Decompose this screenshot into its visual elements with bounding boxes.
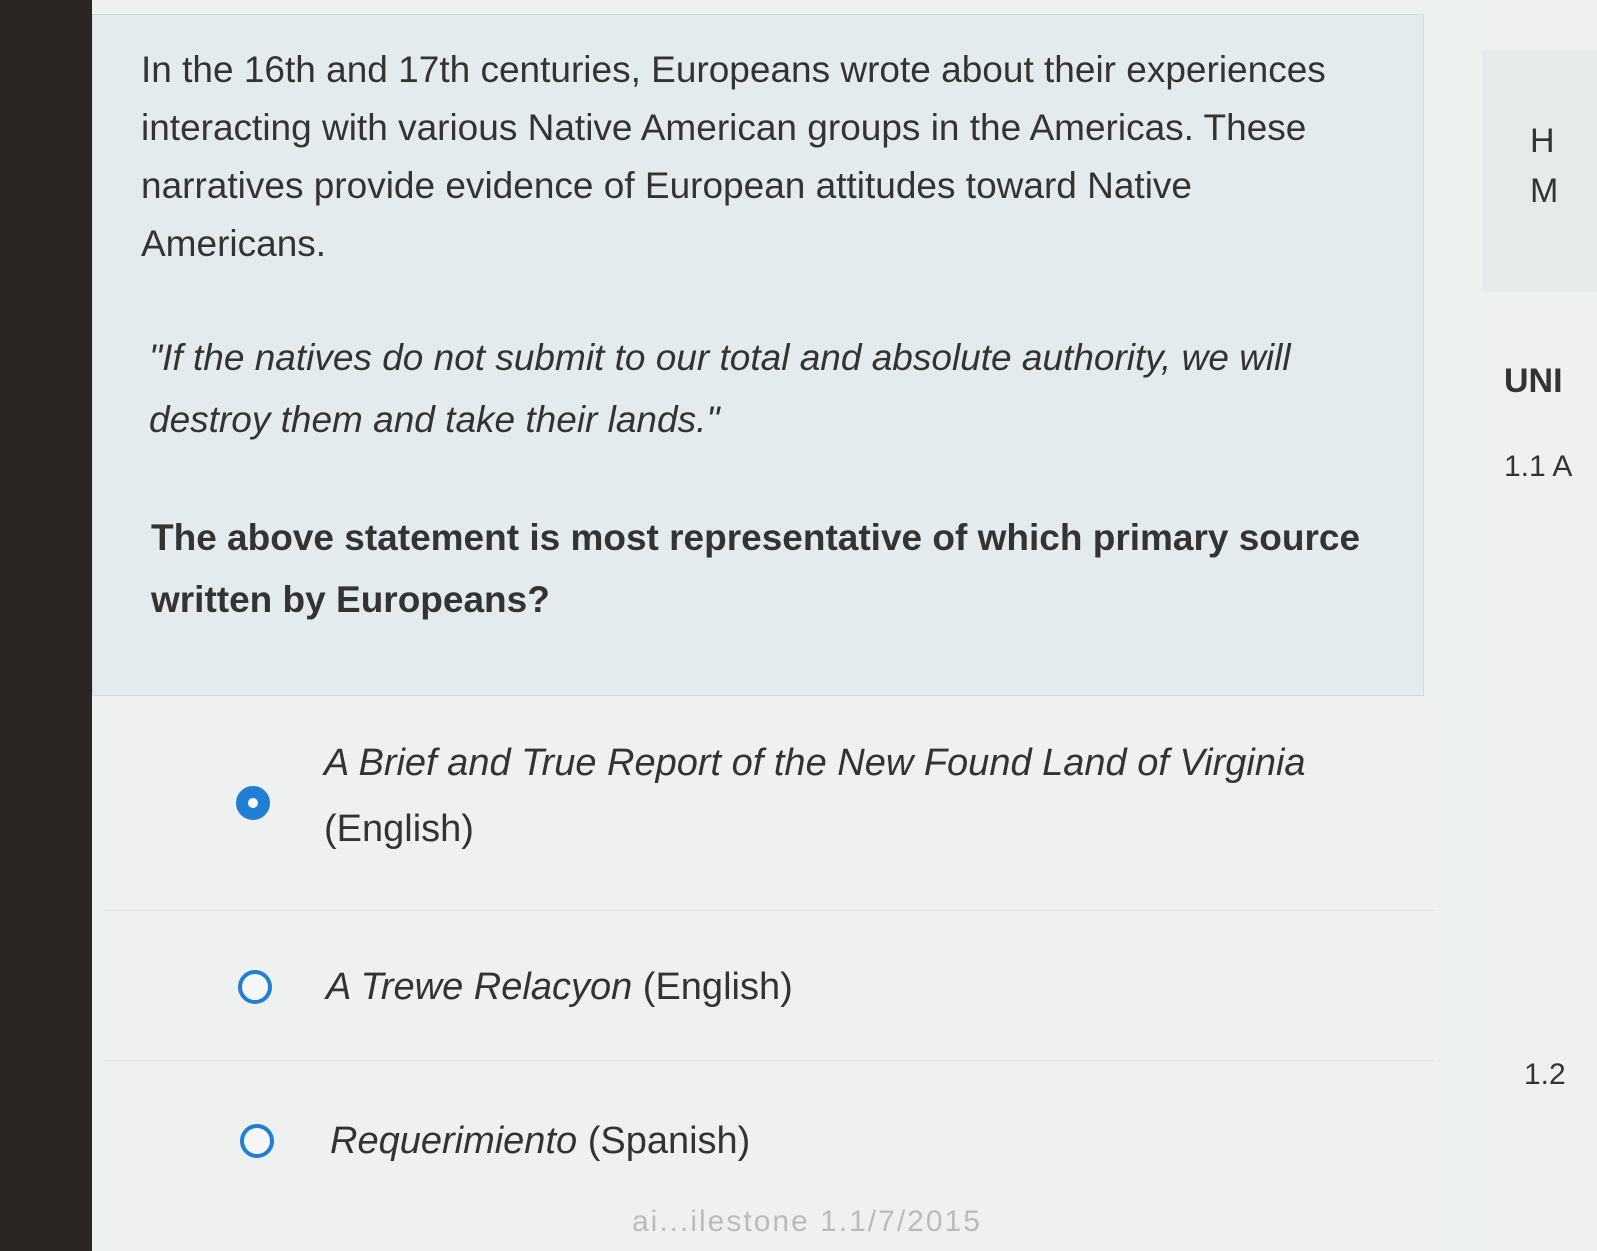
screen: In the 16th and 17th centuries, European… <box>92 0 1597 1251</box>
answer-language: (Spanish) <box>587 1120 751 1162</box>
sidebar-lesson-link[interactable]: 1.2 <box>1524 1058 1566 1092</box>
footer-fragment: ai...ilestone 1.1/7/2015 <box>632 1205 982 1238</box>
radio-selected-icon[interactable] <box>236 786 270 820</box>
radio-unselected-icon[interactable] <box>238 970 272 1004</box>
sidebar-unit-label: UNI <box>1504 362 1563 400</box>
sidebar-card-line1: H <box>1530 122 1555 160</box>
answer-title: Requerimiento <box>330 1120 578 1162</box>
sidebar-card-line2: M <box>1530 172 1559 210</box>
question-panel: In the 16th and 17th centuries, European… <box>92 14 1424 696</box>
right-sidebar: H M UNI 1.1 A 1.2 <box>1482 0 1597 1251</box>
answer-language: (English) <box>642 966 793 1008</box>
question-intro: In the 16th and 17th centuries, European… <box>141 49 1326 264</box>
source-quote: "If the natives do not submit to our tot… <box>149 337 1291 440</box>
radio-unselected-icon[interactable] <box>240 1124 274 1158</box>
answer-list: A Brief and True Report of the New Found… <box>104 700 1434 1251</box>
sidebar-lesson-link[interactable]: 1.1 A <box>1504 450 1572 484</box>
answer-title: A Brief and True Report of the New Found… <box>324 742 1306 784</box>
answer-language: (English) <box>324 808 474 850</box>
question-prompt: The above statement is most representati… <box>151 517 1361 620</box>
sidebar-card[interactable]: H M <box>1482 50 1597 292</box>
answer-option-2[interactable]: A Trewe Relacyon (English) <box>104 910 1434 1061</box>
answer-title: A Trewe Relacyon <box>326 966 633 1008</box>
answer-option-1[interactable]: A Brief and True Report of the New Found… <box>104 700 1434 911</box>
